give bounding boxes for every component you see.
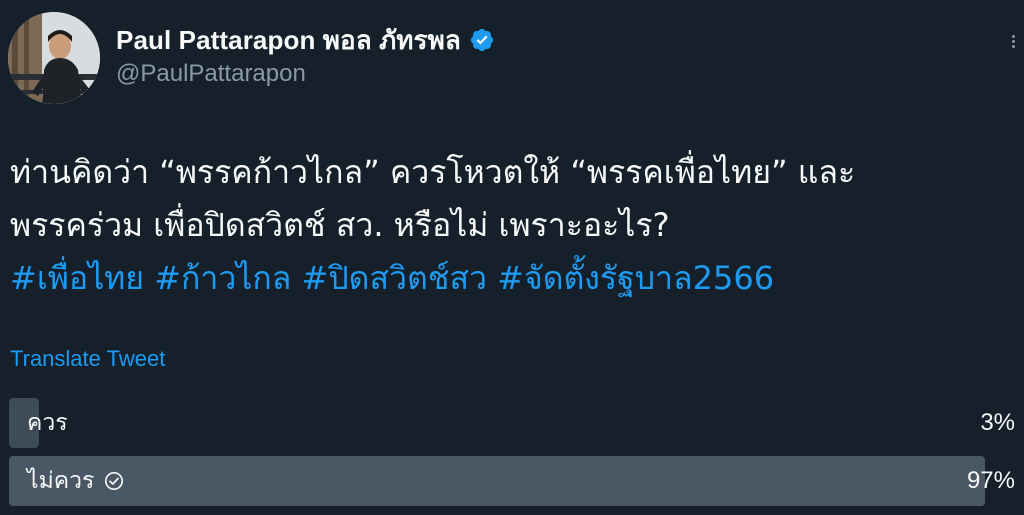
verified-badge-icon: [469, 27, 495, 53]
hashtag-line: #เพื่อไทย #ก้าวไกล #ปิดสวิตช์สว #จัดตั้ง…: [10, 252, 1014, 305]
more-options-icon[interactable]: [1006, 28, 1020, 54]
author-display-name[interactable]: Paul Pattarapon พอล ภัทรพล: [116, 20, 461, 61]
poll-option-percent: 97%: [966, 467, 1015, 494]
author-name-row[interactable]: Paul Pattarapon พอล ภัทรพล: [116, 22, 495, 58]
poll-option-text: ไม่ควร: [27, 468, 95, 494]
tweet-card: Paul Pattarapon พอล ภัทรพล @PaulPattarap…: [0, 0, 1024, 515]
avatar[interactable]: [8, 12, 100, 104]
poll-option-percent: 3%: [980, 409, 1015, 436]
poll-option-label: ควร: [27, 398, 68, 448]
tweet-line: พรรคร่วม เพื่อปิดสวิตช์ สว. หรือไม่ เพรา…: [10, 206, 670, 244]
poll-option: ควร 3%: [9, 398, 1015, 448]
author-handle[interactable]: @PaulPattarapon: [116, 60, 306, 88]
hashtag-link[interactable]: #ปิดสวิตช์สว: [302, 259, 487, 297]
poll-option-label: ไม่ควร: [27, 456, 124, 506]
tweet-header: Paul Pattarapon พอล ภัทรพล @PaulPattarap…: [0, 0, 1024, 112]
tweet-text: ท่านคิดว่า “พรรคก้าวไกล” ควรโหวตให้ “พรร…: [10, 146, 1014, 305]
poll-option-text: ควร: [27, 410, 68, 436]
hashtag-link[interactable]: #จัดตั้งรัฐบาล2566: [497, 259, 774, 297]
poll-result-bar: [9, 456, 985, 506]
poll-option: ไม่ควร 97%: [9, 456, 1015, 506]
hashtag-link[interactable]: #เพื่อไทย: [10, 259, 144, 297]
tweet-line: ท่านคิดว่า “พรรคก้าวไกล” ควรโหวตให้ “พรร…: [10, 153, 856, 191]
hashtag-link[interactable]: #ก้าวไกล: [154, 259, 291, 297]
translate-tweet-link[interactable]: Translate Tweet: [10, 346, 165, 372]
profile-photo-icon: [8, 12, 100, 104]
check-circle-icon: [104, 471, 124, 491]
